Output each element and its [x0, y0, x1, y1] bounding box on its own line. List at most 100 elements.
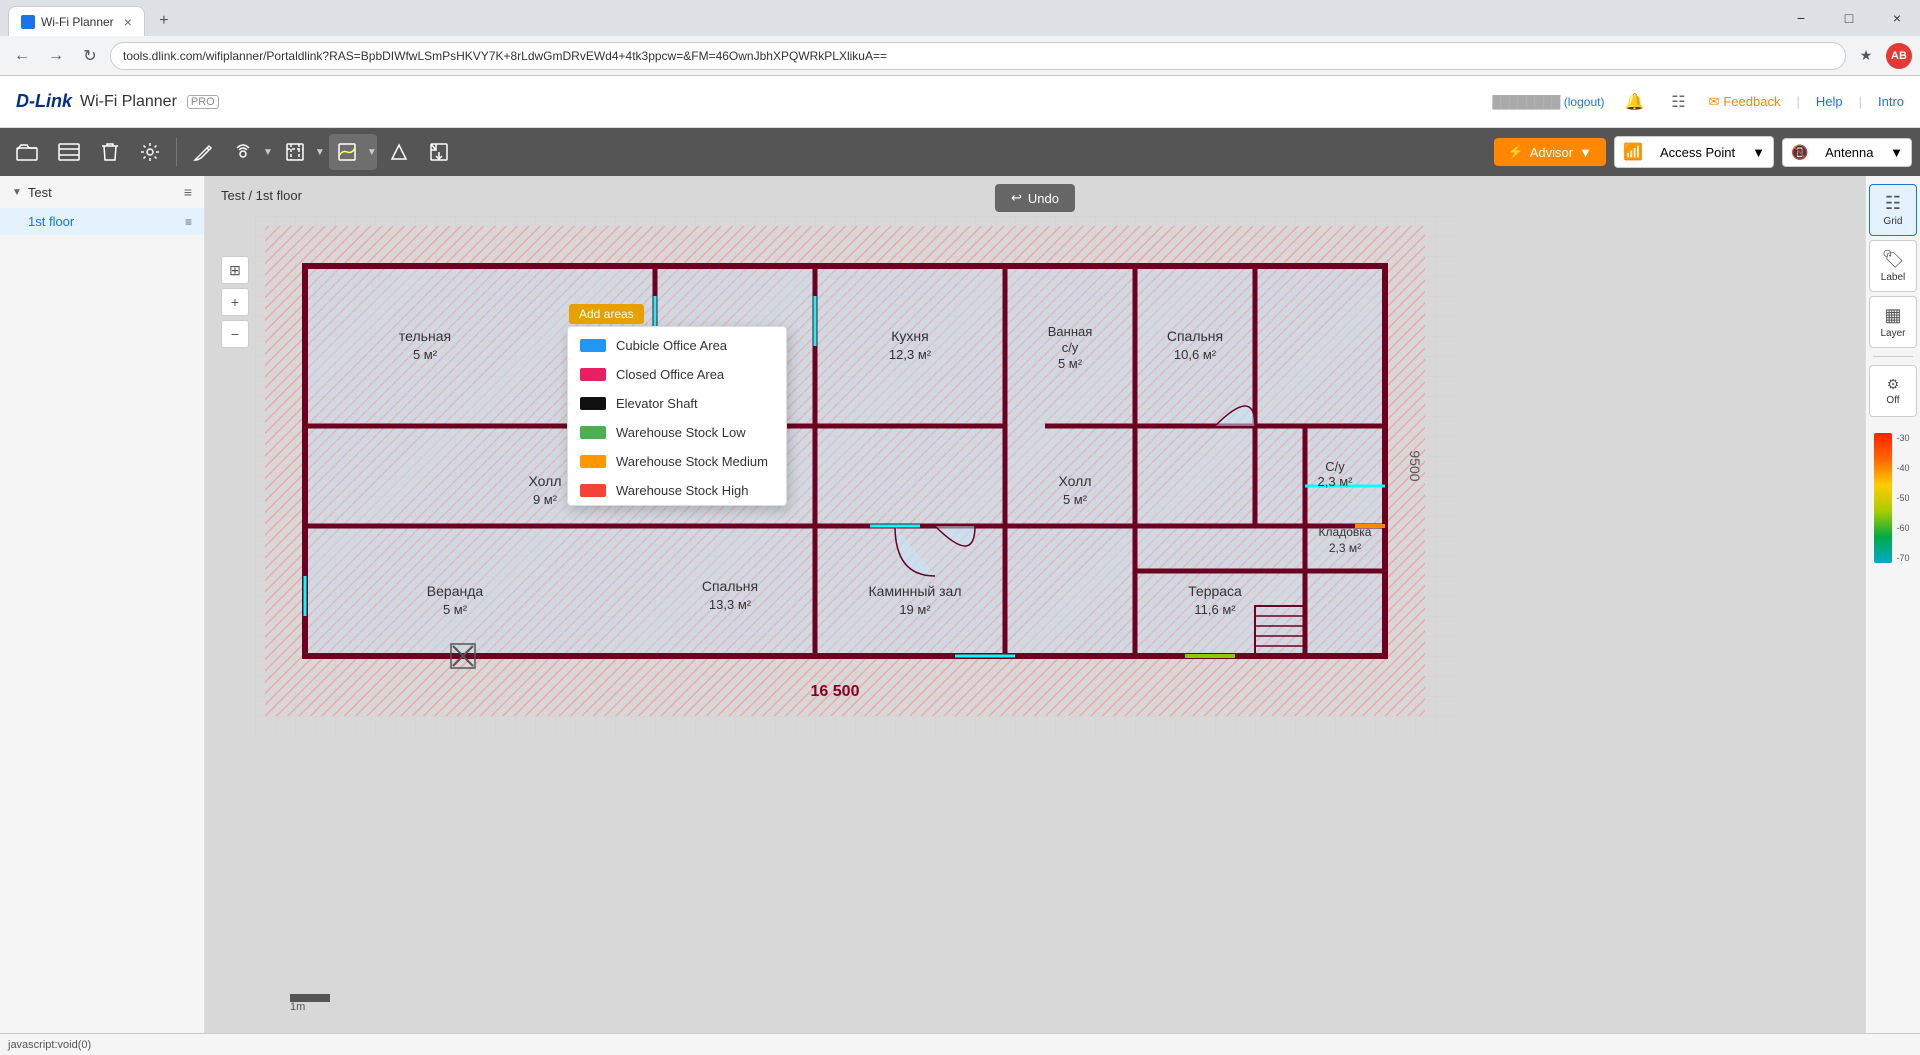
- draw-btn[interactable]: [185, 134, 221, 170]
- open-btn[interactable]: [8, 134, 46, 170]
- cubicle-office-area-item[interactable]: Cubicle Office Area: [568, 331, 786, 360]
- project-collapse-arrow: ▼: [12, 187, 22, 198]
- svg-text:Спальня: Спальня: [1167, 328, 1223, 344]
- warehouse-low-color: [580, 426, 606, 439]
- undo-label: Undo: [1028, 191, 1059, 206]
- signal-scale: -30 -40 -50 -60 -70: [1874, 433, 1911, 563]
- access-point-chevron: ▼: [1752, 145, 1765, 160]
- warehouse-low-label: Warehouse Stock Low: [616, 425, 746, 440]
- access-point-label: Access Point: [1660, 145, 1735, 160]
- grid-panel-label: Grid: [1884, 216, 1903, 227]
- warehouse-medium-label: Warehouse Stock Medium: [616, 454, 768, 469]
- add-areas-dropdown-wrapper: Add areas Cubicle Office Area Closed Off…: [567, 326, 787, 506]
- fit-view-btn[interactable]: ⊞: [221, 256, 249, 284]
- svg-text:2,3 м²: 2,3 м²: [1318, 474, 1354, 489]
- forward-btn[interactable]: →: [42, 42, 70, 70]
- maximize-btn[interactable]: □: [1826, 4, 1872, 32]
- export-btn[interactable]: [421, 134, 457, 170]
- notifications-btn[interactable]: 🔔: [1620, 88, 1648, 116]
- dlink-logo: D-Link: [16, 91, 72, 112]
- label-panel-label: Label: [1881, 272, 1905, 283]
- elevator-shaft-item[interactable]: Elevator Shaft: [568, 389, 786, 418]
- intro-link[interactable]: Intro: [1878, 94, 1904, 109]
- user-avatar: AB: [1886, 43, 1912, 69]
- heatmap-dropdown-arrow: ▼: [367, 147, 377, 158]
- add-areas-dropdown: Add areas Cubicle Office Area Closed Off…: [567, 326, 787, 506]
- warehouse-high-item[interactable]: Warehouse Stock High: [568, 476, 786, 505]
- browser-tab[interactable]: Wi-Fi Planner ×: [8, 6, 145, 36]
- layer-panel-icon: ▦: [1884, 305, 1901, 326]
- toolbar-divider-1: [176, 138, 177, 166]
- settings-btn[interactable]: [132, 134, 168, 170]
- svg-text:9500: 9500: [1407, 450, 1423, 481]
- antenna-chevron: ▼: [1890, 145, 1903, 160]
- heatmap-btn[interactable]: [329, 134, 365, 170]
- tab-close-btn[interactable]: ×: [124, 14, 132, 30]
- heatmap-tool-dropdown[interactable]: ▼: [329, 134, 377, 170]
- off-panel-btn[interactable]: ⚙ Off: [1869, 365, 1917, 417]
- zoom-in-btn[interactable]: +: [221, 288, 249, 316]
- closed-office-color: [580, 368, 606, 381]
- zoom-out-btn[interactable]: −: [221, 320, 249, 348]
- delete-btn[interactable]: [92, 134, 128, 170]
- minimize-btn[interactable]: −: [1778, 4, 1824, 32]
- sidebar-project-item[interactable]: ▼ Test ≡: [0, 176, 204, 208]
- grid-panel-btn[interactable]: ☷ Grid: [1869, 184, 1917, 236]
- back-btn[interactable]: ←: [8, 42, 36, 70]
- svg-text:19 м²: 19 м²: [899, 602, 931, 617]
- logo-area: D-Link Wi-Fi Planner PRO: [16, 91, 219, 112]
- right-panel-separator: [1873, 356, 1913, 357]
- svg-text:Ванная: Ванная: [1048, 324, 1093, 339]
- project-name: Test: [28, 185, 52, 200]
- area-btn[interactable]: [277, 134, 313, 170]
- logout-link[interactable]: (logout): [1564, 95, 1605, 109]
- address-bar[interactable]: [110, 42, 1846, 70]
- warehouse-low-item[interactable]: Warehouse Stock Low: [568, 418, 786, 447]
- svg-text:5 м²: 5 м²: [443, 602, 468, 617]
- floor-menu-btn[interactable]: ≡: [185, 215, 192, 229]
- obstacle-btn[interactable]: [381, 134, 417, 170]
- undo-btn[interactable]: ↩ Undo: [995, 184, 1075, 212]
- right-panel: ☷ Grid 🏷 Label ▦ Layer ⚙ Off -30 -: [1865, 176, 1920, 1033]
- bookmark-btn[interactable]: ★: [1852, 42, 1880, 70]
- warehouse-high-color: [580, 484, 606, 497]
- closed-office-area-item[interactable]: Closed Office Area: [568, 360, 786, 389]
- off-panel-label: Off: [1886, 395, 1899, 406]
- elevator-label: Elevator Shaft: [616, 396, 698, 411]
- svg-text:Веранда: Веранда: [427, 583, 484, 599]
- floor-name: 1st floor: [28, 214, 74, 229]
- svg-text:9 м²: 9 м²: [533, 492, 558, 507]
- label-panel-btn[interactable]: 🏷 Label: [1869, 240, 1917, 292]
- floors-btn[interactable]: [50, 134, 88, 170]
- ap-btn[interactable]: [225, 134, 261, 170]
- svg-text:5 м²: 5 м²: [413, 347, 438, 362]
- help-link[interactable]: Help: [1816, 94, 1843, 109]
- svg-text:Холл: Холл: [529, 473, 562, 489]
- reload-btn[interactable]: ↻: [76, 42, 104, 70]
- close-btn[interactable]: ×: [1874, 4, 1920, 32]
- svg-text:Спальня: Спальня: [702, 578, 758, 594]
- advisor-btn[interactable]: ⚡ Advisor ▼: [1494, 138, 1606, 166]
- new-tab-btn[interactable]: +: [149, 6, 179, 36]
- off-panel-icon: ⚙: [1887, 376, 1900, 393]
- feedback-btn[interactable]: ✉ Feedback: [1708, 94, 1780, 110]
- access-point-select[interactable]: 📶 Access Point ▼: [1614, 136, 1774, 168]
- layer-panel-btn[interactable]: ▦ Layer: [1869, 296, 1917, 348]
- user-info: ████████ (logout): [1492, 95, 1604, 109]
- area-dropdown-arrow: ▼: [315, 147, 325, 158]
- svg-text:11,6 м²: 11,6 м²: [1194, 602, 1236, 617]
- canvas-tools: ⊞ + −: [221, 256, 249, 348]
- warehouse-medium-item[interactable]: Warehouse Stock Medium: [568, 447, 786, 476]
- layer-panel-label: Layer: [1880, 328, 1905, 339]
- svg-text:С/у: С/у: [1325, 459, 1345, 474]
- ap-tool-dropdown[interactable]: ▼: [225, 134, 273, 170]
- area-tool-dropdown[interactable]: ▼: [277, 134, 325, 170]
- antenna-select[interactable]: 📵 Antenna ▼: [1782, 138, 1912, 167]
- label-panel-icon: 🏷: [1882, 249, 1905, 270]
- breadcrumb: Test / 1st floor: [221, 188, 302, 203]
- project-menu-btn[interactable]: ≡: [184, 184, 192, 200]
- cubicle-color: [580, 339, 606, 352]
- grid-view-btn[interactable]: ☷: [1664, 88, 1692, 116]
- sidebar-floor-item[interactable]: 1st floor ≡: [0, 208, 204, 235]
- svg-text:16 500: 16 500: [811, 683, 860, 700]
